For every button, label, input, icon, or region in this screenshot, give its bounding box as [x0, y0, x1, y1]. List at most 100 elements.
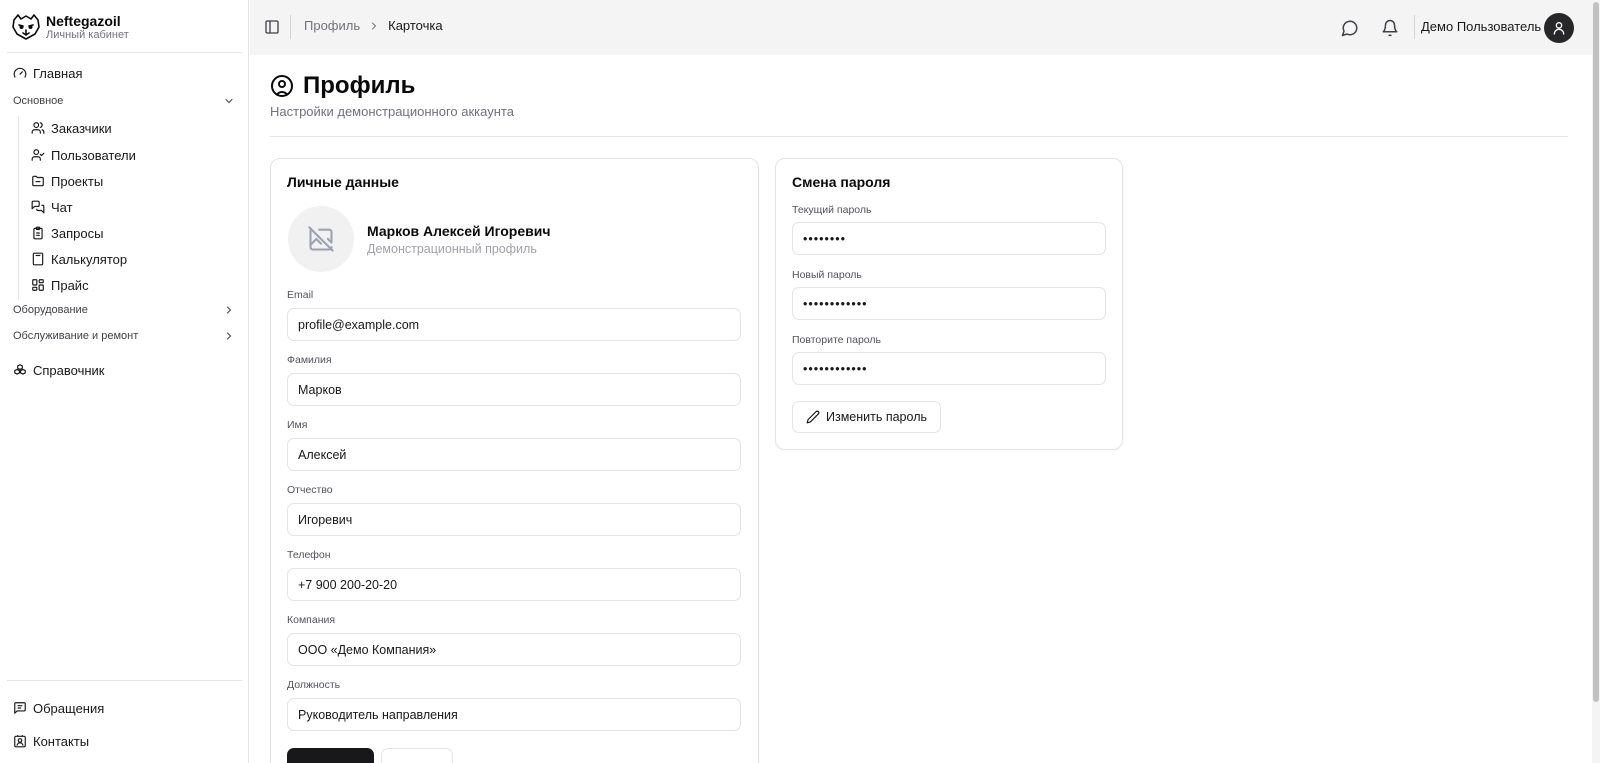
brand-subtitle: Личный кабинет — [46, 28, 129, 41]
sidebar-item-label: Проекты — [51, 173, 104, 189]
phone-field[interactable] — [287, 568, 741, 601]
brand-name: Neftegazoil — [46, 12, 121, 29]
sidebar-item-label: Заказчики — [51, 120, 112, 136]
user-check-icon — [31, 149, 45, 161]
page-title: Профиль — [270, 72, 415, 100]
sidebar-divider — [7, 680, 242, 681]
clipboard-icon — [33, 226, 43, 240]
sidebar-toggle-icon[interactable] — [264, 19, 280, 35]
sidebar-item-price[interactable]: Прайс — [31, 274, 89, 296]
position-field[interactable] — [287, 698, 741, 731]
sidebar-item-label: Обращения — [33, 700, 105, 716]
email-field[interactable] — [287, 308, 741, 341]
header-separator — [1414, 15, 1415, 39]
change-password-label: Изменить пароль — [825, 410, 927, 424]
breadcrumb-current: Карточка — [388, 18, 443, 33]
submenu-line — [18, 116, 19, 300]
chevron-right-icon — [227, 306, 232, 314]
calculator-icon — [32, 252, 44, 266]
first-name-label: Имя — [287, 419, 308, 431]
logo-icon — [12, 14, 40, 40]
sidebar-item-contacts[interactable]: Контакты — [13, 730, 89, 752]
middle-name-field[interactable] — [287, 503, 741, 536]
user-icon — [1553, 22, 1565, 35]
sidebar-item-label: Пользователи — [51, 147, 136, 163]
sidebar: Neftegazoil Личный кабинет Главная Основ… — [0, 0, 249, 763]
image-off-icon — [308, 226, 334, 252]
sidebar-group-service[interactable]: Обслуживание и ремонт — [13, 326, 235, 346]
sidebar-item-projects[interactable]: Проекты — [31, 170, 103, 192]
sidebar-item-chat[interactable]: Чат — [31, 196, 73, 218]
first-name-field[interactable] — [287, 438, 741, 471]
save-button[interactable] — [287, 748, 374, 763]
sidebar-group-main[interactable]: Основное — [13, 91, 235, 111]
gauge-icon — [13, 67, 27, 78]
position-label: Должность — [287, 679, 341, 691]
sidebar-item-label: Контакты — [33, 733, 90, 749]
card-title-password: Смена пароля — [792, 174, 891, 190]
contact-icon — [14, 735, 26, 748]
pencil-icon — [806, 410, 820, 424]
last-name-field[interactable] — [287, 373, 741, 406]
top-bar: Профиль Карточка Демо Пользователь — [250, 0, 1592, 55]
repeat-password-field[interactable] — [792, 352, 1106, 385]
sidebar-item-label: Справочник — [33, 362, 105, 378]
repeat-password-label: Повторите пароль — [792, 334, 881, 346]
chevron-right-icon — [227, 332, 232, 340]
sidebar-item-label: Прайс — [51, 277, 89, 293]
sidebar-group-equipment[interactable]: Оборудование — [13, 300, 235, 320]
sidebar-group-label: Обслуживание и ремонт — [13, 330, 139, 342]
chevron-right-icon — [372, 22, 377, 29]
message-square-text-icon — [14, 702, 26, 714]
sidebar-item-customers[interactable]: Заказчики — [31, 117, 112, 139]
scrollbar-thumb[interactable] — [1593, 2, 1599, 702]
brand[interactable]: Neftegazoil Личный кабинет — [10, 11, 129, 43]
middle-name-label: Отчество — [287, 484, 333, 496]
divider — [270, 136, 1568, 137]
bell-icon[interactable] — [1381, 19, 1399, 37]
change-password-button[interactable]: Изменить пароль — [792, 401, 941, 433]
sidebar-group-label: Оборудование — [13, 304, 88, 316]
sidebar-item-reference[interactable]: Справочник — [13, 359, 105, 381]
user-name[interactable]: Демо Пользователь — [1421, 19, 1541, 34]
breadcrumb: Профиль Карточка — [304, 18, 443, 33]
current-password-field[interactable] — [792, 222, 1106, 255]
user-avatar[interactable] — [1544, 13, 1574, 43]
page-title-text: Профиль — [303, 72, 416, 99]
sidebar-item-users[interactable]: Пользователи — [31, 144, 136, 166]
header-separator — [290, 15, 291, 39]
folder-icon — [32, 175, 44, 187]
breadcrumb-link-profile[interactable]: Профиль — [304, 18, 360, 33]
chevron-down-icon — [225, 99, 233, 104]
user-circle-icon — [271, 75, 293, 97]
cancel-button[interactable] — [381, 748, 453, 763]
new-password-field[interactable] — [792, 287, 1106, 320]
phone-label: Телефон — [287, 549, 331, 561]
profile-role: Демонстрационный профиль — [367, 242, 537, 256]
grid-icon — [32, 279, 44, 291]
sidebar-item-requests[interactable]: Запросы — [31, 222, 103, 244]
scrollbar[interactable] — [1592, 0, 1600, 763]
company-field[interactable] — [287, 633, 741, 666]
company-label: Компания — [287, 614, 336, 626]
page-subtitle: Настройки демонстрационного аккаунта — [270, 104, 514, 119]
users-icon — [31, 122, 45, 134]
last-name-label: Фамилия — [287, 354, 332, 366]
sidebar-item-appeals[interactable]: Обращения — [13, 697, 104, 719]
profile-full-name: Марков Алексей Игоревич — [367, 223, 551, 239]
sidebar-item-label: Чат — [51, 199, 73, 215]
sidebar-item-label: Запросы — [51, 225, 104, 241]
messages-icon — [31, 200, 45, 214]
profile-avatar[interactable] — [288, 206, 354, 272]
sidebar-item-label: Калькулятор — [51, 251, 128, 267]
sidebar-item-home[interactable]: Главная — [13, 62, 82, 84]
sidebar-item-label: Главная — [33, 65, 83, 81]
sidebar-item-calculator[interactable]: Калькулятор — [31, 248, 127, 270]
email-label: Email — [287, 289, 314, 301]
new-password-label: Новый пароль — [792, 269, 862, 281]
card-title-personal: Личные данные — [287, 174, 399, 190]
current-password-label: Текущий пароль — [792, 204, 872, 216]
sidebar-divider — [7, 52, 242, 53]
sidebar-group-label: Основное — [13, 95, 64, 107]
chat-icon[interactable] — [1341, 19, 1359, 37]
